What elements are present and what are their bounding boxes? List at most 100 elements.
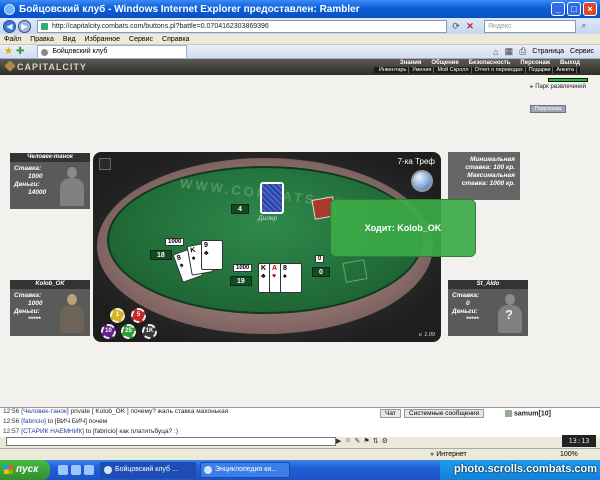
nav-character[interactable]: Персонаж — [520, 60, 550, 66]
menu-file[interactable]: Файл — [4, 36, 21, 43]
avatar: ? — [496, 292, 524, 334]
service-menu[interactable]: Сервис — [570, 48, 594, 55]
scroll-icon[interactable]: ⇅ — [373, 437, 379, 446]
center-score: 19 — [230, 276, 252, 286]
quick-launch-icon[interactable] — [71, 465, 81, 475]
hint-button[interactable]: Подсказка — [530, 105, 566, 113]
taskbar-item-fight-club[interactable]: Бойцовский клуб ... — [100, 462, 196, 478]
refresh-icon[interactable]: ⟳ — [450, 20, 462, 32]
start-button[interactable]: пуск — [0, 460, 50, 480]
quick-launch-icon[interactable] — [58, 465, 68, 475]
chip-10[interactable]: 10 — [101, 324, 116, 339]
add-favorite-icon[interactable]: ✚ — [16, 46, 24, 57]
main-nav: Знания Общение Безопасность Персонаж Вых… — [400, 60, 580, 66]
nav-chat[interactable]: Общение — [431, 60, 458, 66]
settings-icon[interactable]: ⚙ — [382, 437, 388, 446]
chip-1[interactable]: 1 — [110, 308, 125, 323]
nav-profile[interactable]: Анкета — [554, 67, 577, 73]
tab-bar: ★ ✚ Бойцовский клуб ⌂ ▦ ⎙ Страница Серви… — [0, 45, 600, 59]
nav-knowledge[interactable]: Знания — [400, 60, 422, 66]
favorites-star-icon[interactable]: ★ — [4, 46, 13, 57]
menu-tools[interactable]: Сервис — [129, 36, 153, 43]
quick-launch — [58, 465, 94, 475]
quick-launch-icon[interactable] — [84, 465, 94, 475]
menu-favorites[interactable]: Избранное — [85, 36, 120, 43]
search-icon[interactable]: ⌕ — [578, 20, 590, 32]
chat-input[interactable] — [6, 437, 336, 446]
nav-inventory[interactable]: Инвентарь — [377, 67, 410, 73]
player-card-bottom-right[interactable]: St_Aldo Ставка: 0 Деньги: ***** ? — [448, 280, 528, 336]
address-toolbar: ◀ ▶ http://capitalcity.combats.com/butto… — [0, 18, 600, 34]
tab-chat[interactable]: Чат — [380, 409, 401, 418]
table-menu-button[interactable] — [99, 158, 111, 170]
tab-system-messages[interactable]: Системные сообщения — [404, 409, 485, 418]
taskbar-item-encyclopedia[interactable]: Энциклопедия ки... — [200, 462, 290, 478]
filter-icon[interactable]: ⚑ — [363, 437, 369, 446]
min-stake-value: ставка: 100 кр. — [465, 164, 515, 171]
chip-25[interactable]: 25 — [121, 324, 136, 339]
smiley-icon[interactable]: ☺ — [344, 437, 351, 446]
menu-help[interactable]: Справка — [162, 36, 189, 43]
crystal-ball-icon[interactable] — [411, 170, 433, 192]
search-input[interactable]: Яндекс — [484, 19, 576, 33]
nav-security[interactable]: Безопасность — [469, 60, 511, 66]
avatar — [58, 292, 86, 334]
chat-line: 12:57 [СТАРИК НАЕМНИК] to [fabricio] как … — [3, 428, 178, 435]
capitalcity-logo: CAPITALCITY — [6, 62, 87, 72]
status-bar: Интернет 100% — [0, 448, 600, 460]
window-title: Бойцовский клуб - Windows Internet Explo… — [19, 3, 360, 15]
zoom-level[interactable]: 100% — [560, 451, 578, 458]
minimize-button[interactable]: _ — [551, 2, 565, 16]
home-icon[interactable]: ⌂ — [493, 47, 498, 57]
right-score: 0 — [312, 267, 330, 277]
back-button[interactable]: ◀ — [3, 19, 16, 33]
nav-transfers[interactable]: Отчет о переводах — [473, 67, 526, 73]
nav-gifts[interactable]: Подарки — [527, 67, 554, 73]
page-menu[interactable]: Страница — [532, 48, 564, 55]
player-name: Kolob_OK — [10, 280, 90, 289]
clear-icon[interactable]: ✎ — [355, 437, 361, 446]
min-stake-label: Минимальная — [469, 156, 515, 163]
turn-indicator: Ходит: Kolob_OK — [330, 199, 476, 257]
player-card-bottom-left[interactable]: Kolob_OK Ставка: 1000 Деньги: ***** — [10, 280, 90, 336]
game-header: CAPITALCITY Знания Общение Безопасность … — [0, 59, 600, 75]
player-name: Человек-танок — [10, 153, 90, 162]
address-input[interactable]: http://capitalcity.combats.com/buttons.p… — [37, 19, 447, 33]
taskbar: пуск Бойцовский клуб ... Энциклопедия ки… — [0, 460, 600, 480]
page-content: CAPITALCITY Знания Общение Безопасность … — [0, 59, 600, 407]
avatar — [58, 165, 86, 207]
menu-view[interactable]: Вид — [63, 36, 76, 43]
unknown-question-icon: ? — [505, 307, 513, 322]
chat-panel: 12:56 [Человек-танок] private [ Kolob_OK … — [0, 407, 600, 437]
feeds-icon[interactable]: ▦ — [505, 46, 514, 57]
table-version: v. 1.09 — [418, 332, 435, 338]
player-card-top-left[interactable]: Человек-танок Ставка: 1000 Деньги: 14000 — [10, 153, 90, 209]
max-stake-label: Максимальная — [467, 172, 515, 179]
maximize-button[interactable]: □ — [567, 2, 581, 16]
photo-watermark: photo.scrolls.combats.com — [453, 463, 597, 475]
park-link[interactable]: Парк развлечений — [531, 83, 586, 90]
card: 8 ♠ — [280, 263, 302, 293]
menu-bar: Файл Правка Вид Избранное Сервис Справка — [0, 34, 600, 45]
online-user[interactable]: samum[10] — [505, 410, 551, 417]
nav-my-scroll[interactable]: Мой Скролл — [435, 67, 472, 73]
dealer-card-back — [260, 182, 284, 214]
stop-icon[interactable]: ✕ — [464, 20, 476, 32]
internet-zone: Интернет — [430, 451, 467, 458]
forward-button[interactable]: ▶ — [18, 19, 31, 33]
system-tray: photo.scrolls.combats.com — [440, 460, 600, 480]
print-icon[interactable]: ⎙ — [519, 46, 526, 57]
window-title-bar: Бойцовский клуб - Windows Internet Explo… — [0, 0, 600, 18]
chip-1k[interactable]: 1K — [142, 324, 157, 339]
chip-5[interactable]: 5 — [131, 308, 146, 323]
command-bar: ⌂ ▦ ⎙ Страница Сервис — [493, 46, 600, 57]
nav-skills[interactable]: Умения — [410, 67, 435, 73]
player-name: St_Aldo — [448, 280, 528, 289]
empty-card-slot — [342, 259, 368, 283]
send-icon[interactable]: ▶ — [336, 437, 341, 446]
tab-fight-club[interactable]: Бойцовский клуб — [37, 45, 188, 58]
menu-edit[interactable]: Правка — [30, 36, 54, 43]
nav-exit[interactable]: Выход — [560, 60, 580, 66]
player-score: 18 — [150, 250, 172, 260]
close-button[interactable]: × — [583, 2, 597, 16]
